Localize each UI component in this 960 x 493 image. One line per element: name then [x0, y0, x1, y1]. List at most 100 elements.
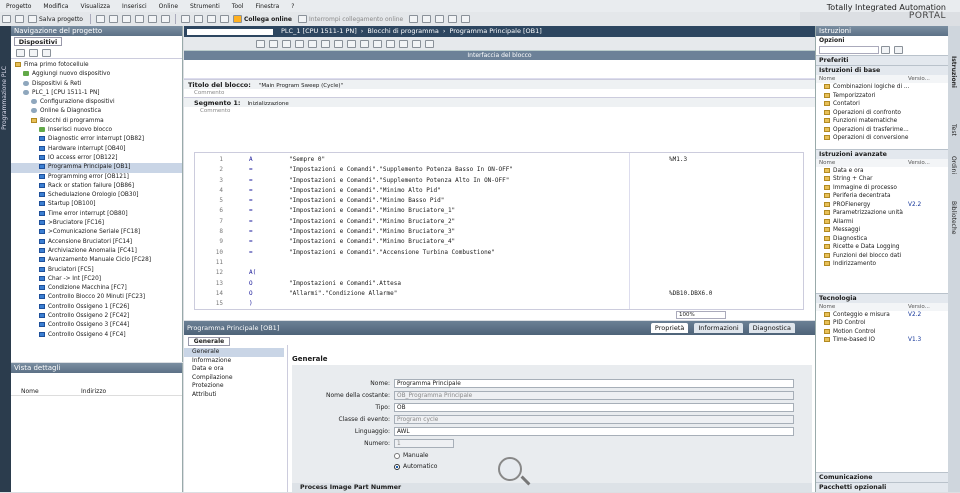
strip-tab-tasks[interactable]: Ordini [950, 156, 957, 174]
tree-item[interactable]: Inserisci nuovo blocco [11, 126, 182, 135]
code-line[interactable]: 2 = "Impostazioni e Comandi"."Supplemento … [195, 165, 803, 175]
details-col-name[interactable]: Nome [11, 388, 81, 395]
code-line[interactable]: 13 O "Impostazioni e Comandi".Attesa [195, 279, 803, 289]
tree-icon[interactable] [16, 48, 25, 57]
instruction-item[interactable]: Motion Control [816, 328, 948, 337]
instruction-item[interactable]: PROFIenergy V2.2 [816, 201, 948, 210]
tree-item[interactable]: Schedulazione Orologio [OB30] [11, 191, 182, 200]
paste-icon[interactable] [121, 15, 131, 23]
tree-item[interactable]: Time error interrupt [OB80] [11, 210, 182, 219]
nav-compilation[interactable]: Compilazione [184, 374, 284, 383]
instruction-item[interactable]: Immagine di processo [816, 184, 948, 193]
process-image-section[interactable]: Process Image Part Nummer [292, 483, 812, 492]
tree-item[interactable]: Accensione Bruciatori [FC14] [11, 238, 182, 247]
code-line[interactable]: 15) [195, 299, 803, 309]
redo-icon[interactable] [160, 15, 170, 23]
instruction-item[interactable]: Funzioni matematiche [816, 117, 948, 126]
instruction-item[interactable]: Diagnostica [816, 235, 948, 244]
download-icon[interactable] [193, 15, 203, 23]
instruction-item[interactable]: Contatori [816, 100, 948, 109]
tree-item[interactable]: Aggiungi nuovo dispositivo [11, 70, 182, 79]
code-line[interactable]: 11 [195, 258, 803, 268]
tree-item[interactable]: Startup [OB100] [11, 200, 182, 209]
compile-icon[interactable] [180, 15, 190, 23]
section-optional-packages[interactable]: Pacchetti opzionali [816, 482, 949, 492]
radio-circle-selected[interactable] [394, 463, 400, 470]
code-line[interactable]: 8 = "Impostazioni e Comandi"."Minimo Bruci… [195, 227, 803, 237]
save-icon[interactable] [28, 15, 37, 23]
outdent-icon[interactable] [386, 39, 395, 48]
code-line[interactable]: 4 = "Impostazioni e Comandi"."Minimo Alto … [195, 186, 803, 196]
nav-general[interactable]: Generale [184, 348, 284, 357]
code-line[interactable]: 6 = "Impostazioni e Comandi"."Minimo Bruci… [195, 206, 803, 216]
menu-modifica[interactable]: Modifica [37, 3, 74, 10]
instruction-version[interactable]: V2.2 [908, 311, 921, 320]
step-icon[interactable] [412, 39, 421, 48]
absolute-address-icon[interactable] [282, 39, 291, 48]
code-line[interactable]: 12 A( [195, 268, 803, 278]
split-editor-icon[interactable] [461, 15, 471, 23]
open-project-icon[interactable] [15, 15, 24, 23]
instruction-item[interactable]: Ricette e Data Logging [816, 243, 948, 252]
comment-icon[interactable] [347, 39, 356, 48]
instruction-version[interactable]: V1.3 [908, 336, 921, 345]
tree-item[interactable]: Blocchi di programma [11, 117, 182, 126]
tree-item[interactable]: Archiviazione Anomalia [FC41] [11, 247, 182, 256]
monitor-icon[interactable] [321, 39, 330, 48]
tree-item[interactable]: Controllo Ossigeno 2 [FC42] [11, 312, 182, 321]
section-technology[interactable]: Tecnologia [816, 292, 948, 303]
insert-network-icon[interactable] [256, 39, 265, 48]
general-tab[interactable]: Generale [188, 337, 230, 346]
tree-item[interactable]: >Bruciatore [FC16] [11, 219, 182, 228]
instruction-item[interactable]: Data e ora [816, 167, 948, 176]
section-basic-instructions[interactable]: Istruzioni di base [816, 65, 948, 75]
go-offline-button[interactable]: Interrompi collegamento online [309, 16, 403, 23]
tree-item[interactable]: IO access error [OB122] [11, 154, 182, 163]
strip-tab-instructions[interactable]: Istruzioni [950, 56, 957, 88]
go-online-button[interactable]: Collega online [244, 16, 292, 23]
code-line[interactable]: 5 = "Impostazioni e Comandi"."Minimo Basso… [195, 196, 803, 206]
tree-item[interactable]: Programma Principale [OB1] [11, 163, 182, 173]
tree-item[interactable]: Dispositivi & Reti [11, 80, 182, 89]
segment-comment[interactable]: Commento [184, 107, 815, 115]
stl-code-area[interactable]: 1 A "Sempre 0" %M1.3 2 = "Impostazioni e Coman… [194, 152, 804, 310]
instruction-item[interactable]: Operazioni di trasferime... [816, 126, 948, 135]
instruction-item[interactable]: Operazioni di confronto [816, 109, 948, 118]
block-title-value[interactable]: "Main Program Sweep (Cycle)" [259, 83, 343, 89]
tab-properties[interactable]: Proprietà [650, 323, 689, 333]
radio-circle[interactable] [394, 452, 400, 459]
undo-icon[interactable] [147, 15, 157, 23]
segment-name[interactable]: Inizializzazione [247, 101, 288, 107]
tree-item[interactable]: Diagnostic error interrupt [OB82] [11, 135, 182, 144]
back-icon[interactable] [29, 48, 38, 57]
code-line[interactable]: 1 A "Sempre 0" %M1.3 [195, 155, 803, 165]
tree-item[interactable]: Bruciatori [FC5] [11, 266, 182, 275]
save-project-button[interactable]: Salva progetto [39, 16, 83, 23]
breakpoint-icon[interactable] [399, 39, 408, 48]
tree-item[interactable]: Controllo Ossigeno 3 [FC44] [11, 321, 182, 330]
radio-automatic[interactable]: Automatico [394, 462, 494, 471]
instruction-item[interactable]: Combinazioni logiche di ... [816, 83, 948, 92]
stop-cpu-icon[interactable] [435, 15, 445, 23]
nav-attributes[interactable]: Attributi [184, 391, 284, 400]
code-line[interactable]: 10 = "Impostazioni e Comandi"."Accensione … [195, 248, 803, 258]
code-line[interactable]: 9 = "Impostazioni e Comandi"."Minimo Bruci… [195, 237, 803, 247]
instruction-item[interactable]: String + Char [816, 175, 948, 184]
code-line[interactable]: 16 R "Attiva Riduzione Bruc 1" %Q1.4 [195, 309, 803, 310]
crumb-plc[interactable]: PLC_1 [CPU 1511-1 PN] [281, 26, 357, 37]
menu-visualizza[interactable]: Visualizza [74, 3, 116, 10]
radio-automatic-label[interactable]: Automatico [403, 463, 437, 470]
menu-tool[interactable]: Tool [226, 3, 250, 10]
cross-ref-icon[interactable] [448, 15, 458, 23]
tree-item[interactable]: >Comunicazione Seriale [FC18] [11, 228, 182, 237]
tree-item[interactable]: Controllo Ossigeno 4 [FC4] [11, 331, 182, 340]
strip-tab-test[interactable]: Test [950, 124, 957, 136]
language-select[interactable]: AWL [394, 427, 794, 436]
nav-information[interactable]: Informazione [184, 357, 284, 366]
tree-item[interactable]: Char -> Int [FC20] [11, 275, 182, 284]
tree-item[interactable]: Controllo Blocco 20 Minuti [FC23] [11, 293, 182, 302]
instruction-item[interactable]: PID Control [816, 319, 948, 328]
menu-progetto[interactable]: Progetto [0, 3, 37, 10]
menu-inserisci[interactable]: Inserisci [116, 3, 153, 10]
plc-programming-tab[interactable]: Programmazione PLC [1, 66, 8, 130]
